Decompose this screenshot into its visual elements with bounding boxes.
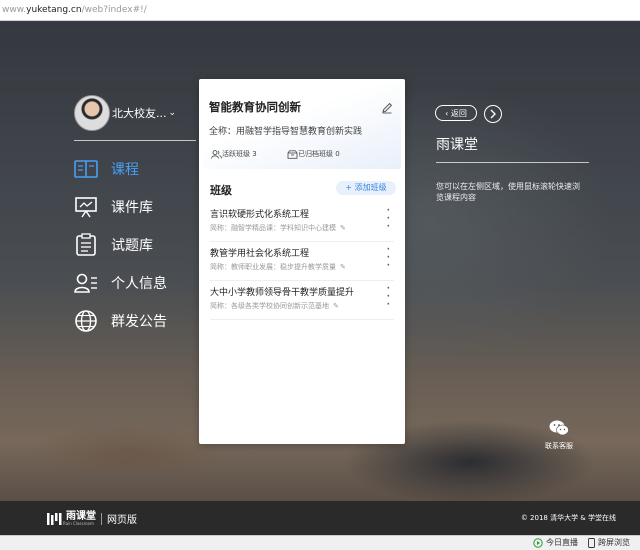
back-button[interactable]: ‹ 返回 bbox=[435, 105, 477, 121]
class-desc-text: 简称：教师职业发展：稳步提升教学质量 bbox=[210, 263, 336, 271]
add-class-button[interactable]: + 添加班级 bbox=[336, 181, 396, 195]
address-bar[interactable]: www.yuketang.cn/web?index#!/ bbox=[0, 0, 640, 21]
clipboard-list-icon bbox=[74, 233, 98, 257]
cross-screen-button[interactable]: 跨屏浏览 bbox=[588, 536, 630, 549]
footer-brand: 雨课堂 bbox=[66, 510, 96, 522]
right-panel-divider bbox=[436, 162, 589, 163]
user-card-icon bbox=[74, 271, 98, 295]
class-list-item[interactable]: 大中小学教师领导骨干教学质量提升 简称：各级各类学校协同创新示范基地 ✎ · · · bbox=[210, 285, 394, 320]
today-live-label: 今日直播 bbox=[546, 538, 578, 547]
class-name: 教管学用社会化系统工程 bbox=[210, 249, 310, 259]
class-desc: 简称：教师职业发展：稳步提升教学质量 ✎ bbox=[210, 262, 346, 272]
class-list-item[interactable]: 教管学用社会化系统工程 简称：教师职业发展：稳步提升教学质量 ✎ · · · bbox=[210, 246, 394, 281]
profile-menu[interactable]: 北大校友... ⌄ bbox=[74, 95, 176, 131]
globe-icon bbox=[74, 309, 98, 333]
nav-item-question-bank[interactable]: 试题库 bbox=[74, 233, 153, 257]
more-vertical-icon[interactable]: · · · bbox=[387, 285, 390, 310]
wechat-icon bbox=[549, 420, 569, 436]
users-icon bbox=[211, 149, 222, 159]
right-panel-title: 雨课堂 bbox=[436, 137, 478, 153]
phone-icon bbox=[588, 537, 595, 548]
class-name: 大中小学教师领导骨干教学质量提升 bbox=[210, 288, 355, 298]
footer-logo[interactable]: 雨课堂 Rain Classroom 网页版 bbox=[47, 511, 137, 526]
play-circle-icon bbox=[533, 537, 543, 548]
chevron-right-icon bbox=[490, 109, 496, 119]
url-path: /web?index#!/ bbox=[81, 5, 147, 15]
forward-button[interactable] bbox=[484, 105, 502, 123]
classes-heading: 班级 bbox=[210, 184, 232, 197]
nav-label: 个人信息 bbox=[111, 276, 167, 292]
url-host: yuketang.cn bbox=[26, 5, 82, 15]
class-list-item[interactable]: 言识软硬形式化系统工程 简称：融智学精品课：学科知识中心建模 ✎ · · · bbox=[210, 207, 394, 242]
course-full-name: 全称：用融智学指导智慧教育创新实践 bbox=[209, 127, 363, 137]
nav-label: 试题库 bbox=[111, 238, 153, 254]
nav-item-courses[interactable]: 课程 bbox=[74, 157, 139, 181]
nav-label: 课件库 bbox=[111, 200, 153, 216]
nav-divider bbox=[74, 140, 196, 141]
copyright: © 2018 清华大学 & 学堂在线 bbox=[520, 514, 616, 522]
nav-item-announcements[interactable]: 群发公告 bbox=[74, 309, 167, 333]
avatar bbox=[74, 95, 110, 131]
course-card: 智能教育协同创新 全称：用融智学指导智慧教育创新实践 活跃班级 3 已归档班级 … bbox=[199, 79, 405, 444]
rain-classroom-logo-icon bbox=[47, 512, 62, 525]
footer: 雨课堂 Rain Classroom 网页版 © 2018 清华大学 & 学堂在… bbox=[0, 501, 640, 535]
class-desc-text: 简称：各级各类学校协同创新示范基地 bbox=[210, 302, 329, 310]
back-label: 返回 bbox=[450, 109, 467, 118]
class-desc-text: 简称：融智学精品课：学科知识中心建模 bbox=[210, 224, 336, 232]
today-live-button[interactable]: 今日直播 bbox=[533, 536, 578, 549]
active-classes-label: 活跃班级 3 bbox=[222, 150, 257, 158]
archived-classes-stat: 已归档班级 0 bbox=[287, 149, 340, 159]
chevron-left-icon: ‹ bbox=[445, 109, 449, 118]
footer-brand-sub: Rain Classroom bbox=[63, 520, 94, 526]
contact-support-label: 联系客服 bbox=[545, 442, 573, 450]
book-icon bbox=[74, 157, 98, 181]
chevron-down-icon: ⌄ bbox=[168, 108, 177, 118]
pencil-icon[interactable] bbox=[381, 99, 393, 118]
course-title: 智能教育协同创新 bbox=[209, 100, 301, 114]
active-classes-stat: 活跃班级 3 bbox=[211, 149, 257, 159]
cross-screen-label: 跨屏浏览 bbox=[598, 538, 630, 547]
footer-separator bbox=[101, 512, 102, 525]
profile-name: 北大校友... bbox=[112, 107, 167, 120]
class-name: 言识软硬形式化系统工程 bbox=[210, 210, 310, 220]
course-header[interactable]: 智能教育协同创新 全称：用融智学指导智慧教育创新实践 活跃班级 3 已归档班级 … bbox=[203, 83, 401, 169]
browser-status-bar: 今日直播 跨屏浏览 bbox=[0, 535, 640, 550]
class-desc: 简称：各级各类学校协同创新示范基地 ✎ bbox=[210, 301, 339, 311]
presentation-icon bbox=[74, 195, 98, 219]
footer-web-label: 网页版 bbox=[107, 515, 137, 526]
more-vertical-icon[interactable]: · · · bbox=[387, 207, 390, 232]
url-scheme: www. bbox=[2, 5, 27, 15]
scroll-tip: 您可以在左侧区域，使用鼠标滚轮快速浏览课程内容 bbox=[436, 182, 580, 202]
nav-label: 课程 bbox=[111, 162, 139, 178]
more-vertical-icon[interactable]: · · · bbox=[387, 246, 390, 271]
pencil-icon[interactable]: ✎ bbox=[340, 263, 346, 271]
nav-label: 群发公告 bbox=[111, 314, 167, 330]
archived-classes-label: 已归档班级 0 bbox=[298, 150, 340, 158]
class-desc: 简称：融智学精品课：学科知识中心建模 ✎ bbox=[210, 223, 346, 233]
nav-item-personal-info[interactable]: 个人信息 bbox=[74, 271, 167, 295]
archive-box-icon bbox=[287, 149, 298, 159]
nav-item-courseware[interactable]: 课件库 bbox=[74, 195, 153, 219]
contact-support-button[interactable]: 联系客服 bbox=[541, 420, 577, 451]
pencil-icon[interactable]: ✎ bbox=[333, 302, 339, 310]
pencil-icon[interactable]: ✎ bbox=[340, 224, 346, 232]
